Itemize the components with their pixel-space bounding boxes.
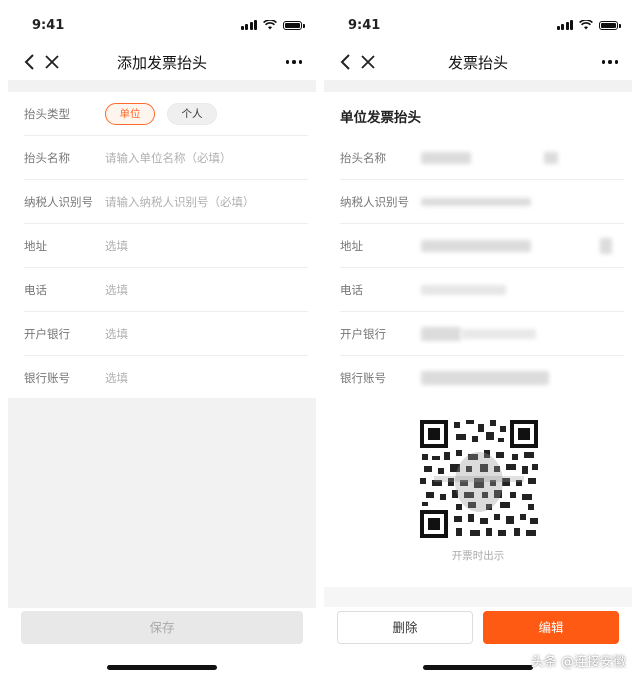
field-label: 抬头名称	[340, 151, 386, 165]
watermark: 头条 @连接安徽	[530, 655, 626, 670]
detail-row-tax-id: 纳税人识别号	[324, 180, 632, 224]
qr-caption: 开票时出示	[451, 550, 505, 562]
name-input[interactable]: 请输入单位名称（必填）	[105, 136, 232, 180]
blurred-value	[544, 152, 558, 164]
form-row-name[interactable]: 抬头名称 请输入单位名称（必填）	[8, 136, 316, 180]
more-icon[interactable]	[598, 52, 622, 72]
header-type-row: 抬头类型	[8, 92, 316, 136]
blurred-value	[461, 329, 536, 339]
field-label: 开户银行	[340, 327, 386, 341]
blurred-value	[421, 327, 461, 341]
status-bar: 9:41	[324, 0, 632, 44]
home-indicator[interactable]	[423, 665, 533, 670]
section-title: 单位发票抬头	[340, 110, 421, 126]
delete-button[interactable]: 删除	[337, 611, 473, 644]
tax-id-input[interactable]: 请输入纳税人识别号（必填）	[105, 180, 255, 224]
home-indicator[interactable]	[107, 665, 217, 670]
blurred-value	[421, 371, 549, 385]
status-bar: 9:41	[8, 0, 316, 44]
back-icon[interactable]	[336, 52, 356, 72]
type-option-company[interactable]: 单位	[105, 103, 155, 125]
detail-row-name: 抬头名称	[324, 136, 632, 180]
blurred-value	[600, 238, 612, 254]
detail-row-bank: 开户银行	[324, 312, 632, 356]
form-row-address[interactable]: 地址 选填	[8, 224, 316, 268]
system-icons	[240, 20, 305, 30]
phone-input[interactable]: 选填	[105, 268, 128, 312]
section-divider	[324, 80, 632, 92]
wifi-icon	[263, 20, 277, 30]
status-time: 9:41	[32, 18, 65, 33]
field-label: 电话	[340, 283, 363, 297]
field-label: 电话	[24, 283, 47, 297]
battery-icon	[599, 20, 621, 30]
form-row-account[interactable]: 银行账号 选填	[8, 356, 316, 400]
section-divider	[324, 587, 632, 607]
header-type-label: 抬头类型	[24, 107, 70, 121]
save-button[interactable]: 保存	[21, 611, 303, 644]
type-option-personal[interactable]: 个人	[167, 103, 217, 125]
form-row-bank[interactable]: 开户银行 选填	[8, 312, 316, 356]
field-label: 纳税人识别号	[340, 195, 409, 209]
blurred-value	[421, 240, 531, 252]
detail-row-phone: 电话	[324, 268, 632, 312]
field-label: 银行账号	[340, 371, 386, 385]
blurred-value	[421, 285, 506, 295]
close-icon[interactable]	[42, 52, 62, 72]
account-input[interactable]: 选填	[105, 356, 128, 400]
wifi-icon	[579, 20, 593, 30]
field-label: 地址	[24, 239, 47, 253]
signal-icon	[240, 20, 257, 30]
more-icon[interactable]	[282, 52, 306, 72]
nav-bar: 添加发票抬头	[8, 44, 316, 80]
status-time: 9:41	[348, 18, 381, 33]
system-icons	[556, 20, 621, 30]
back-icon[interactable]	[20, 52, 40, 72]
blurred-value	[421, 152, 471, 164]
add-invoice-header-screen: 9:41 添加发票抬头 抬头类型 单位 个人 抬头名称 请输入单位名称（必填） …	[8, 0, 316, 684]
form-row-phone[interactable]: 电话 选填	[8, 268, 316, 312]
bank-input[interactable]: 选填	[105, 312, 128, 356]
field-label: 纳税人识别号	[24, 195, 93, 209]
field-label: 银行账号	[24, 371, 70, 385]
address-input[interactable]: 选填	[105, 224, 128, 268]
signal-icon	[556, 20, 573, 30]
nav-bar: 发票抬头	[324, 44, 632, 80]
field-label: 抬头名称	[24, 151, 70, 165]
field-label: 开户银行	[24, 327, 70, 341]
battery-icon	[283, 20, 305, 30]
field-label: 地址	[340, 239, 363, 253]
qr-code-icon	[420, 420, 538, 538]
form-row-tax-id[interactable]: 纳税人识别号 请输入纳税人识别号（必填）	[8, 180, 316, 224]
detail-row-account: 银行账号	[324, 356, 632, 400]
section-divider	[8, 80, 316, 92]
blurred-value	[421, 198, 531, 206]
invoice-header-detail-screen: 9:41 发票抬头 单位发票抬头 抬头名称 纳税人识别号 地址 电话 开户银行 …	[324, 0, 632, 684]
detail-row-address: 地址	[324, 224, 632, 268]
empty-area	[8, 398, 316, 608]
edit-button[interactable]: 编辑	[483, 611, 619, 644]
close-icon[interactable]	[358, 52, 378, 72]
